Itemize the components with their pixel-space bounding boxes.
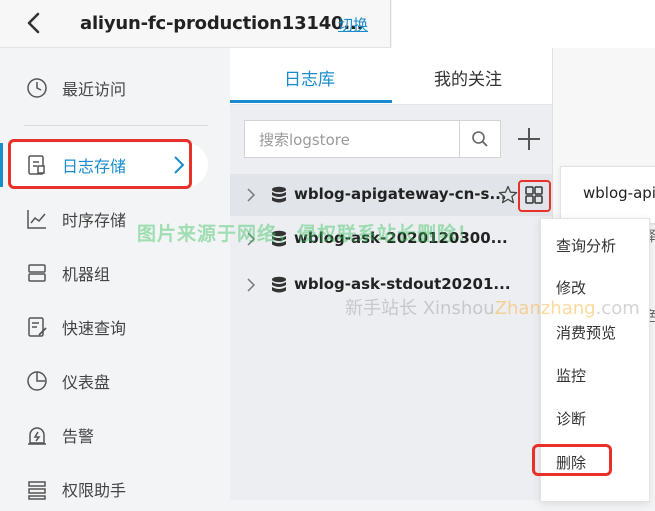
sidebar-item-machine-group[interactable]: 机器组 [0, 251, 210, 295]
logstore-name: wblog-apigateway-cn-s... [294, 185, 507, 203]
chevron-right-icon [174, 156, 185, 174]
log-storage-icon [28, 155, 45, 175]
sidebar-item-alarm[interactable]: 告警 [0, 413, 210, 457]
logstore-name-popover: wblog-api [560, 166, 655, 224]
logstore-name: wblog-ask-stdout20201... [294, 275, 511, 293]
sidebar-item-label: 时序存储 [62, 211, 127, 230]
grid-menu-icon[interactable] [524, 185, 544, 205]
header-bar: aliyun-fc-production13140... 切换 [0, 0, 391, 48]
sidebar-item-label: 快速查询 [62, 319, 127, 338]
watermark-part: 新手站长 Xinshou [345, 298, 495, 319]
sidebar-item-log-storage[interactable]: 日志存储 [8, 143, 208, 187]
sidebar-item-quick-query[interactable]: 快速查询 [0, 305, 210, 349]
sidebar-item-label: 告警 [62, 427, 95, 446]
active-indicator [0, 143, 3, 187]
chevron-right-icon[interactable] [246, 277, 256, 293]
permission-icon [28, 481, 46, 500]
header-right-blank [392, 0, 655, 48]
switch-project-link[interactable]: 切换 [338, 14, 368, 35]
popover-label: wblog-api [583, 184, 655, 202]
menu-item-diagnose[interactable]: 诊断 [556, 408, 586, 429]
tab-logstore[interactable]: 日志库 [284, 65, 335, 90]
search-box [244, 120, 501, 159]
search-input[interactable] [245, 121, 476, 159]
star-icon[interactable] [498, 185, 518, 205]
watermark-site: 新手站长 XinshouZhanzhang.com [345, 294, 640, 320]
sidebar-item-label: 日志存储 [62, 157, 127, 176]
add-icon[interactable] [514, 124, 544, 154]
chart-line-icon [27, 210, 46, 229]
logstore-item[interactable]: wblog-apigateway-cn-s... [230, 174, 552, 216]
back-arrow-icon[interactable] [24, 12, 44, 34]
sidebar-item-label: 权限助手 [62, 481, 127, 500]
server-icon [28, 264, 46, 282]
database-icon [272, 276, 286, 293]
sidebar-divider [24, 125, 208, 126]
database-icon [272, 186, 286, 203]
sidebar: 最近访问 日志存储 时序存储 机器组 快速查询 仪表盘 告警 权限助手 [0, 48, 230, 500]
pie-chart-icon [27, 371, 47, 391]
menu-item-consume-preview[interactable]: 消费预览 [556, 322, 616, 343]
sidebar-item-dashboard[interactable]: 仪表盘 [0, 359, 210, 403]
logstore-action-menu: 查询分析 修改 消费预览 监控 诊断 删除 [540, 218, 650, 502]
sidebar-item-label: 仪表盘 [62, 373, 111, 392]
search-icon [472, 131, 488, 147]
tab-my-follow[interactable]: 我的关注 [434, 65, 502, 90]
alarm-icon [28, 427, 46, 445]
chevron-right-icon[interactable] [246, 187, 256, 203]
tab-bar: 日志库 我的关注 [230, 48, 552, 105]
sidebar-item-permission[interactable]: 权限助手 [0, 467, 210, 511]
watermark-text: 图片来源于网络，侵权联系站长删除！ [137, 223, 478, 245]
logstore-panel: 日志库 我的关注 wblog-apigateway-cn-s... [230, 48, 553, 500]
project-title: aliyun-fc-production13140... [80, 13, 364, 34]
quick-query-icon [28, 317, 47, 337]
menu-item-delete[interactable]: 删除 [556, 452, 586, 473]
watermark-part: .com [595, 298, 640, 319]
tab-active-underline [230, 100, 392, 103]
sidebar-item-label: 机器组 [62, 265, 111, 284]
menu-item-query-analysis[interactable]: 查询分析 [556, 235, 616, 256]
sidebar-item-label: 最近访问 [62, 80, 127, 99]
menu-item-monitor[interactable]: 监控 [556, 365, 586, 386]
watermark-part: Zhanzhang [494, 298, 596, 319]
sidebar-item-recent[interactable]: 最近访问 [0, 66, 210, 110]
clock-icon [27, 78, 47, 98]
search-button[interactable] [459, 121, 500, 157]
